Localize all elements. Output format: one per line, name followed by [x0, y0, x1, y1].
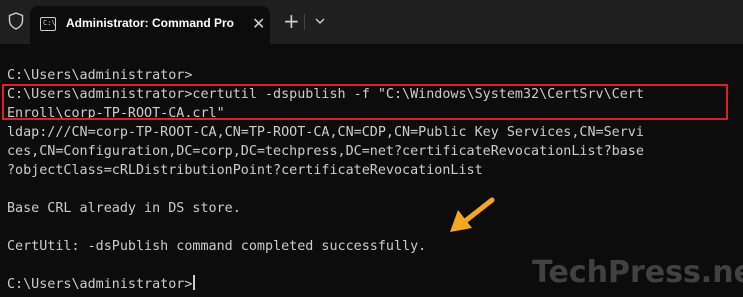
- close-icon[interactable]: ✕: [252, 15, 265, 33]
- tab-title: Administrator: Command Pro: [66, 16, 235, 30]
- chevron-down-icon[interactable]: [313, 14, 327, 28]
- output-line: ces,CN=Configuration,DC=corp,DC=techpres…: [7, 144, 644, 159]
- prompt-text: C:\Users\administrator>: [7, 277, 193, 292]
- output-line: ldap:///CN=corp-TP-ROOT-CA,CN=TP-ROOT-CA…: [7, 125, 644, 140]
- command-highlight-box: [2, 84, 728, 120]
- arrow-icon: [450, 197, 495, 232]
- tab-command-prompt[interactable]: C:\ Administrator: Command Pro ✕: [30, 6, 270, 44]
- terminal-icon: C:\: [40, 17, 56, 31]
- text-cursor: [193, 275, 196, 290]
- divider: [304, 14, 305, 30]
- success-message: CertUtil: -dsPublish command completed s…: [7, 239, 427, 254]
- shield-icon: [8, 12, 24, 30]
- prompt-line: C:\Users\administrator>: [7, 68, 193, 83]
- title-bar: C:\ Administrator: Command Pro ✕ +: [0, 0, 743, 44]
- watermark-logo: TechPress.net: [532, 255, 743, 290]
- output-line: ?objectClass=cRLDistributionPoint?certif…: [7, 163, 483, 178]
- plus-icon[interactable]: +: [283, 10, 300, 32]
- output-line: Base CRL already in DS store.: [7, 201, 241, 216]
